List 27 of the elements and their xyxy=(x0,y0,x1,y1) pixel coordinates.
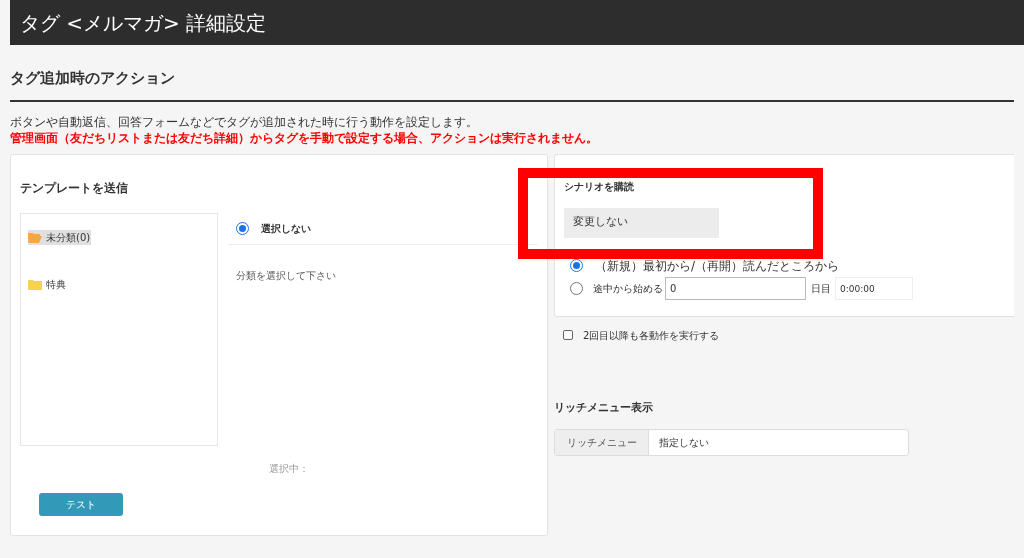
time-input[interactable]: 0:00:00 xyxy=(835,277,913,300)
radio-label: 途中から始める xyxy=(593,282,663,296)
radio-label: 選択しない xyxy=(261,221,311,236)
checkbox-label: 2回目以降も各動作を実行する xyxy=(583,328,720,343)
page-title: タグ <メルマガ> 詳細設定 xyxy=(20,9,267,37)
card-title: シナリオを購読 xyxy=(564,179,635,194)
selected-label: 選択中： xyxy=(269,461,310,476)
section-title: タグ追加時のアクション xyxy=(10,68,176,89)
description-text: ボタンや自動返信、回答フォームなどでタグが追加された時に行う動作を設定します。 xyxy=(10,113,479,130)
folder-icon xyxy=(28,231,42,243)
radio-label: （新規）最初から/（再開）読んだところから xyxy=(595,257,840,275)
hint-text: 分類を選択して下さい xyxy=(235,268,337,283)
folder-icon xyxy=(28,278,42,290)
scenario-select[interactable]: 変更しない xyxy=(564,207,719,238)
radio-button[interactable] xyxy=(570,282,583,295)
radio-button[interactable] xyxy=(570,259,583,272)
day-input[interactable]: 0 xyxy=(665,277,806,300)
folder-item[interactable]: 特典 xyxy=(28,276,67,292)
checkbox[interactable] xyxy=(563,330,573,340)
rich-menu-field[interactable]: リッチメニュー 指定しない xyxy=(554,429,909,456)
folder-item[interactable]: 未分類(0) xyxy=(28,229,92,245)
warning-text: 管理画面（友だちリストまたは友だち詳細）からタグを手動で設定する場合、アクションは実行されません。 xyxy=(10,129,599,146)
field-addon: リッチメニュー xyxy=(555,430,649,455)
radio-button[interactable] xyxy=(236,221,249,235)
day-unit-label: 日目 xyxy=(811,282,831,296)
card-title: テンプレートを送信 xyxy=(20,179,129,197)
section-title: リッチメニュー表示 xyxy=(554,399,654,416)
